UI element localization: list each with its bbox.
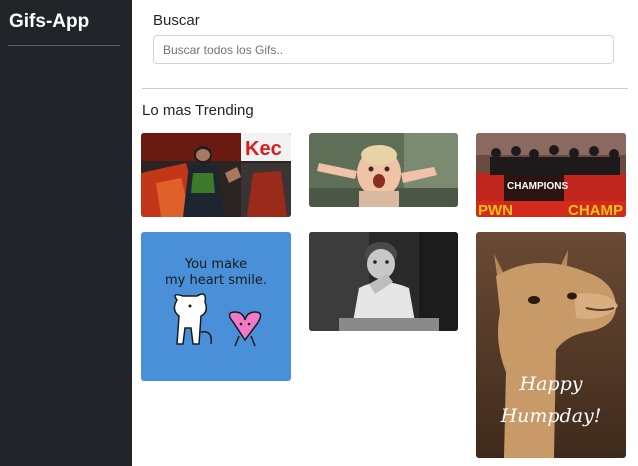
gif-card-champions[interactable]: CHAMPIONS PWN CHAMP [476,133,626,217]
gif-humpday-image: Happy Humpday! [476,232,626,458]
sidebar-divider [8,45,120,46]
gif-baby-image [309,133,458,207]
app-title: Gifs-App [9,11,90,32]
gif-racer-image: Kec [141,133,291,217]
sidebar: Gifs-App [0,0,132,466]
gif-card-humpday[interactable]: Happy Humpday! [476,232,626,458]
trending-title: Lo mas Trending [142,102,254,119]
gif-heart-smile-line1: You make [184,257,247,272]
gif-humpday-line2: Humpday! [500,405,602,427]
gif-humpday-line1: Happy [519,373,583,395]
gif-champions-image: CHAMPIONS PWN CHAMP [476,133,626,217]
svg-text:CHAMP: CHAMP [568,202,623,217]
gif-kid-thinking-image [309,232,458,331]
search-input[interactable] [153,35,614,64]
gif-card-kid-thinking[interactable] [309,232,458,331]
gif-card-racer[interactable]: Kec [141,133,291,217]
main-content: Buscar Lo mas Trending Kec [132,0,638,466]
section-divider [142,88,628,89]
gif-heart-smile-line2: my heart smile. [165,273,267,288]
gif-heart-smile-image: You make my heart smile. [141,232,291,381]
search-label: Buscar [153,12,200,29]
gif-card-heart-smile[interactable]: You make my heart smile. [141,232,291,381]
gif-champions-caption: CHAMPIONS [507,181,568,192]
svg-text:PWN: PWN [478,202,513,217]
svg-text:Kec: Kec [245,138,282,160]
gif-card-baby[interactable] [309,133,458,207]
